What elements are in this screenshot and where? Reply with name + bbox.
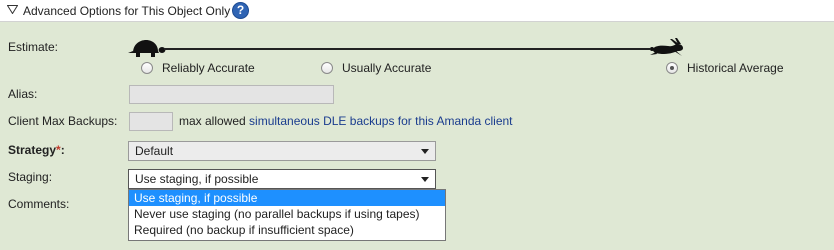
client-max-backups-label: Client Max Backups: — [8, 114, 118, 128]
radio-historical-average[interactable] — [666, 62, 678, 74]
help-icon[interactable]: ? — [232, 2, 249, 19]
client-max-backups-input[interactable] — [129, 112, 173, 131]
section-title: Advanced Options for This Object Only — [23, 4, 231, 18]
client-max-backups-hint: max allowed simultaneous DLE backups for… — [179, 114, 513, 128]
rabbit-icon — [650, 38, 683, 56]
staging-dropdown-list: Use staging, if possible Never use stagi… — [128, 189, 446, 241]
section-header[interactable]: Advanced Options for This Object Only ? — [0, 0, 834, 22]
chevron-down-icon — [421, 177, 429, 182]
alias-label: Alias: — [8, 87, 38, 101]
radio-reliably-accurate[interactable] — [141, 62, 153, 74]
chevron-down-icon — [421, 149, 429, 154]
radio-usually-accurate[interactable] — [321, 62, 333, 74]
comments-label: Comments: — [8, 197, 70, 211]
estimate-slider-track — [164, 48, 650, 50]
staging-select[interactable]: Use staging, if possible — [128, 169, 436, 189]
strategy-label: Strategy*: — [8, 143, 65, 157]
staging-option-never-use-staging[interactable]: Never use staging (no parallel backups i… — [129, 206, 445, 222]
chevron-down-icon — [7, 5, 18, 14]
strategy-select[interactable]: Default — [128, 141, 436, 161]
dle-backups-link[interactable]: simultaneous DLE backups for this Amanda… — [249, 114, 512, 128]
turtle-icon — [128, 40, 166, 57]
staging-option-use-staging[interactable]: Use staging, if possible — [129, 190, 445, 206]
alias-input[interactable] — [129, 85, 334, 104]
staging-label: Staging: — [8, 170, 53, 184]
estimate-label: Estimate: — [8, 40, 59, 54]
staging-option-required[interactable]: Required (no backup if insufficient spac… — [129, 222, 445, 238]
